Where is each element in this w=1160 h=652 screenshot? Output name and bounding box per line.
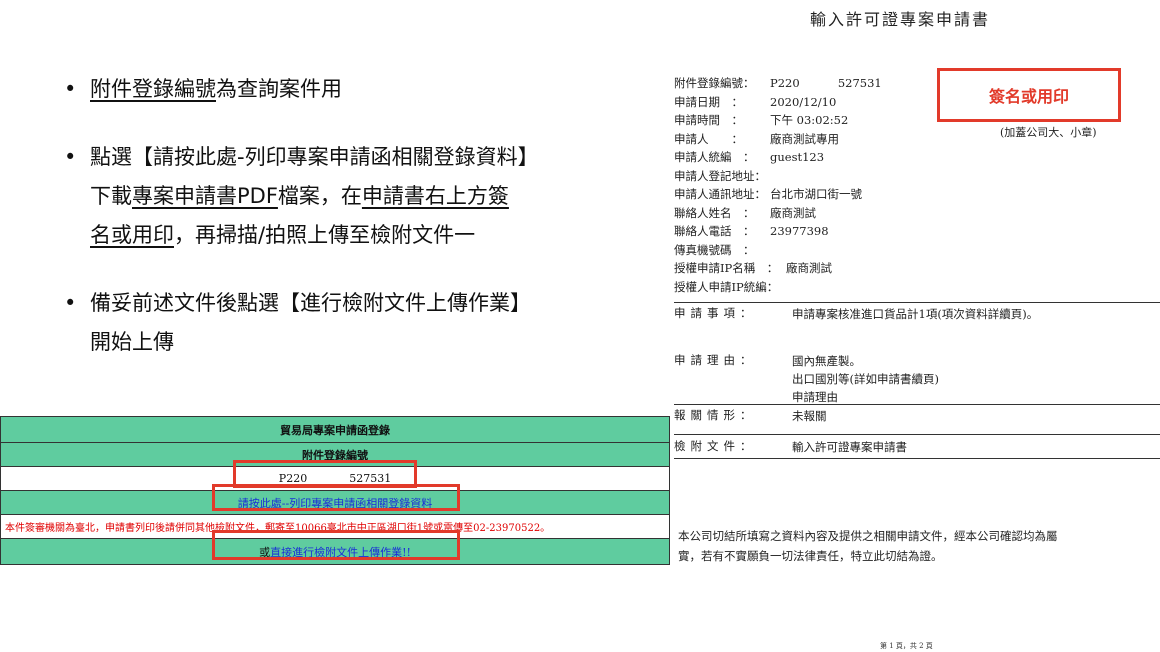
section-customs-status: 報關情形： 未報關 (674, 407, 1160, 423)
page-indicator: 第 1 頁，共 2 頁 (880, 642, 933, 650)
section-value: 未報關 (792, 409, 827, 423)
field-value: 下午 03:02:52 (770, 113, 849, 127)
section-label: 申請事項： (674, 306, 757, 320)
field-value: 廠商測試 (786, 261, 832, 275)
bullet-print-line-3-u: 名或用印 (90, 223, 174, 247)
field-row: 申請人通訊地址： 台北市湖口街一號 (674, 185, 882, 204)
print-link-row: 請按此處--列印專案申請函相關登錄資料 (1, 491, 669, 515)
field-value: 台北市湖口街一號 (770, 187, 862, 201)
field-value: 2020/12/10 (770, 94, 837, 109)
reason-line: 國內無產製。 (792, 354, 861, 368)
field-value: guest123 (770, 150, 825, 164)
field-row: 附件登錄編號： P220 527531 (674, 74, 882, 93)
seal-note: (加蓋公司大、小章) (1000, 126, 1097, 139)
bullet-attachment-number: 附件登錄編號為查詢案件用 (64, 70, 624, 109)
field-label: 授權人申請IP統編： (674, 279, 779, 294)
mailing-notice: 本件簽審機關為臺北，申請書列印後請併同其他檢附文件，郵寄至10066臺北市中正區… (1, 515, 669, 539)
section-value: 輸入許可證專案申請書 (792, 440, 907, 454)
field-label: 申請日期 ： (674, 94, 743, 109)
bullet-attachment-number-text: 為查詢案件用 (216, 77, 342, 101)
bullet-attachment-number-underlined: 附件登錄編號 (90, 77, 216, 101)
field-label: 附件登錄編號： (674, 76, 755, 90)
bullet-print-line-2: 下載專案申請書PDF檔案，在申請書右上方簽 (90, 177, 624, 216)
field-row: 申請人統編 ： guest123 (674, 148, 882, 167)
field-value: P220 527531 (770, 76, 882, 90)
field-row: 聯絡人姓名 ： 廠商測試 (674, 204, 882, 223)
field-label: 傳真機號碼 ： (674, 242, 755, 257)
bullet-print-line-2-a: 下載 (90, 184, 132, 208)
bullet-upload-instructions: 備妥前述文件後點選【進行檢附文件上傳作業】 開始上傳 (64, 284, 624, 362)
section-label: 檢附文件： (674, 439, 757, 453)
field-row: 申請人登記地址： (674, 167, 882, 186)
section-application-reason: 申請理由： 國內無產製。 出口國別等(詳如申請書續頁) 申請理由 (674, 352, 1160, 404)
upload-link-row: 或直接進行檢附文件上傳作業!! (1, 539, 669, 564)
field-label: 申請人登記地址： (674, 168, 766, 183)
section-value-list: 國內無產製。 出口國別等(詳如申請書續頁) 申請理由 (792, 352, 939, 406)
bullet-print-line-2-b: 檔案，在 (277, 184, 362, 208)
field-value: 廠商測試專用 (770, 131, 839, 146)
field-row: 授權人申請IP統編： (674, 278, 882, 297)
upload-prefix: 或 (259, 545, 271, 559)
bullet-upload-line-2: 開始上傳 (90, 330, 174, 354)
field-row: 聯絡人電話 ： 23977398 (674, 222, 882, 241)
upload-attachments-link[interactable]: 直接進行檢附文件上傳作業!! (270, 544, 411, 560)
section-application-item: 申請事項： 申請專案核准進口貨品計1項(項次資料詳續頁)。 (674, 305, 1160, 321)
document-title: 輸入許可證專案申請書 (810, 10, 991, 29)
form-title: 貿易局專案申請函登錄 (1, 417, 669, 443)
field-row: 申請人 ： 廠商測試專用 (674, 130, 882, 149)
attachment-number-label: 附件登錄編號 (1, 443, 669, 467)
field-row: 傳真機號碼 ： (674, 241, 882, 260)
field-label: 申請人通訊地址： (674, 187, 766, 201)
field-label: 申請人 ： (674, 131, 743, 146)
bullet-upload-line-1: 備妥前述文件後點選【進行檢附文件上傳作業】 (90, 291, 531, 315)
print-registration-link[interactable]: 請按此處--列印專案申請函相關登錄資料 (238, 495, 432, 511)
divider (674, 434, 1160, 435)
instruction-list: 附件登錄編號為查詢案件用 點選【請按此處-列印專案申請函相關登錄資料】 下載專案… (64, 70, 624, 362)
bullet-print-line-2-u1: 專案申請書PDF (132, 184, 278, 208)
attachment-number-digits: 527531 (349, 472, 392, 485)
section-label: 申請理由： (674, 353, 757, 367)
bullet-print-line-1: 點選【請按此處-列印專案申請函相關登錄資料】 (90, 145, 539, 169)
declaration-line-2: 實，若有不實願負一切法律責任，特立此切結為證。 (678, 549, 943, 563)
field-label: 申請人統編 ： (674, 150, 755, 164)
applicant-fields: 附件登錄編號： P220 527531 申請日期 ： 2020/12/10 申請時間… (674, 74, 882, 296)
declaration-text: 本公司切結所填寫之資料內容及提供之相關申請文件，經本公司確認均為屬 實，若有不實… (678, 526, 1148, 566)
field-value: 23977398 (770, 224, 829, 238)
declaration-line-1: 本公司切結所填寫之資料內容及提供之相關申請文件，經本公司確認均為屬 (678, 529, 1058, 543)
field-label: 聯絡人電話 ： (674, 224, 755, 238)
field-label: 授權申請IP名稱 ： (674, 261, 779, 275)
application-document: 輸入許可證專案申請書 附件登錄編號： P220 527531 申請日期 ： 2020… (660, 0, 1160, 652)
attachment-number-value: P220 527531 (1, 467, 669, 491)
bullet-print-line-2-u2: 申請書右上方簽 (361, 184, 509, 208)
attachment-number-prefix: P220 (278, 472, 308, 485)
divider (674, 404, 1160, 405)
bullet-print-line-3: 名或用印，再掃描/拍照上傳至檢附文件一 (90, 216, 624, 255)
field-row: 授權申請IP名稱 ： 廠商測試 (674, 259, 882, 278)
field-value: 廠商測試 (770, 205, 816, 220)
bullet-print-instructions: 點選【請按此處-列印專案申請函相關登錄資料】 下載專案申請書PDF檔案，在申請書… (64, 138, 624, 255)
reason-line: 出口國別等(詳如申請書續頁) (792, 372, 939, 386)
field-label: 申請時間 ： (674, 113, 743, 127)
divider (674, 458, 1160, 459)
section-attached-documents: 檢附文件： 輸入許可證專案申請書 (674, 438, 1160, 454)
field-label: 聯絡人姓名 ： (674, 205, 755, 220)
bullet-print-line-3-rest: ，再掃描/拍照上傳至檢附文件一 (174, 223, 476, 247)
section-label: 報關情形： (674, 408, 757, 422)
seal-signature-box: 簽名或用印 (937, 68, 1121, 122)
field-row: 申請時間 ： 下午 03:02:52 (674, 111, 882, 130)
divider (674, 302, 1160, 303)
section-value: 申請專案核准進口貨品計1項(項次資料詳續頁)。 (792, 307, 1039, 321)
registration-form-table: 貿易局專案申請函登錄 附件登錄編號 P220 527531 請按此處--列印專案申… (0, 416, 670, 565)
field-row: 申請日期 ： 2020/12/10 (674, 93, 882, 112)
